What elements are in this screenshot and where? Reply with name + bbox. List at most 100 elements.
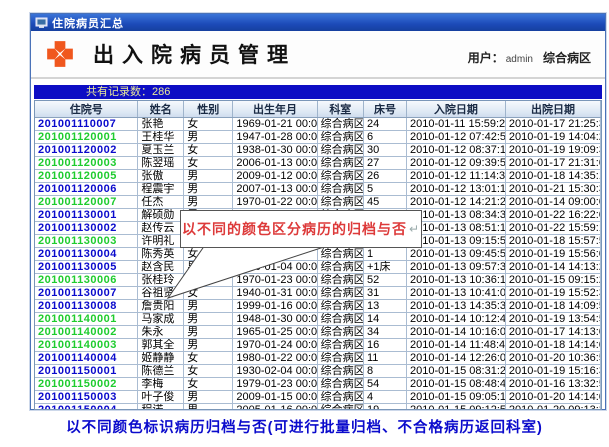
cell-no: 201001130005 [35,261,138,274]
cell-no: 201001120005 [35,170,138,183]
cell-gender: 女 [184,118,233,131]
cell-no: 201001140004 [35,352,138,365]
cell-no: 201001110007 [35,118,138,131]
cell-bed: 19 [364,404,407,411]
column-header[interactable]: 入院日期 [406,101,505,118]
cell-name: 朱永 [138,326,184,339]
table-row[interactable]: 201001150003叶子俊男2009-01-15 00:0综合病区42010… [35,391,601,404]
cell-name: 程震宇 [138,183,184,196]
cell-no: 201001130006 [35,274,138,287]
cell-out_date: 2010-01-17 21:25:37 [505,118,600,131]
cell-in_date: 2010-01-12 09:39:55 [406,157,505,170]
cell-gender: 男 [184,313,233,326]
column-header[interactable]: 出生年月 [233,101,317,118]
table-row[interactable]: 201001130006张桂玲女1970-01-23 00:0综合病区52201… [35,274,601,287]
table-row[interactable]: 201001130008詹贵阳男1999-01-16 00:0综合病区13201… [35,300,601,313]
table-row[interactable]: 201001120006程震宇男2007-01-13 00:0综合病区52010… [35,183,601,196]
column-header[interactable]: 住院号 [35,101,138,118]
cell-birth: 2005-01-16 00:0 [233,404,317,411]
cell-dept: 综合病区 [317,144,363,157]
cell-name: 陈秀英 [138,248,184,261]
patients-table: 住院号姓名性别出生年月科室床号入院日期出院日期 201001110007张艳女1… [35,101,601,410]
table-row[interactable]: 201001120003陈翌瑶女2006-01-13 00:0综合病区27201… [35,157,601,170]
cell-out_date: 2010-01-22 15:59:12 [505,222,600,235]
cell-bed: 31 [364,287,407,300]
cell-in_date: 2010-01-13 09:57:38 [406,261,505,274]
table-row[interactable]: 201001120007任杰男1970-01-22 00:0综合病区452010… [35,196,601,209]
table-row[interactable]: 201001110007张艳女1969-01-21 00:0综合病区242010… [35,118,601,131]
cell-name: 姬静静 [138,352,184,365]
cell-gender: 男 [184,183,233,196]
cell-out_date: 2010-01-18 14:14:06 [505,339,600,352]
cell-in_date: 2010-01-12 13:01:18 [406,183,505,196]
user-info: 用户：admin综合病区 [468,49,591,66]
table-row[interactable]: 201001120002夏玉兰女1938-01-30 00:0综合病区30201… [35,144,601,157]
table-row[interactable]: 201001130007谷祖贤女1940-01-31 00:0综合病区31201… [35,287,601,300]
column-header[interactable]: 床号 [364,101,407,118]
cell-in_date: 2010-01-13 10:36:16 [406,274,505,287]
cell-dept: 综合病区 [317,196,363,209]
cell-birth: 1948-01-30 00:0 [233,313,317,326]
table-row[interactable]: 201001130005赵含民男1950-01-04 00:0综合病区+1床20… [35,261,601,274]
cell-birth: 1999-01-16 00:0 [233,300,317,313]
cell-in_date: 2010-01-12 14:21:26 [406,196,505,209]
table-row[interactable]: 201001120005张傲男2009-01-12 00:0综合病区262010… [35,170,601,183]
cell-no: 201001140001 [35,313,138,326]
cell-dept: 综合病区 [317,352,363,365]
cell-out_date: 2010-01-17 14:13:07 [505,326,600,339]
cell-bed: 6 [364,131,407,144]
cell-dept: 综合病区 [317,287,363,300]
table-row[interactable]: 201001140002朱永男1965-01-25 00:0综合病区342010… [35,326,601,339]
user-ward: 综合病区 [543,51,591,65]
cell-name: 许明礼 [138,235,184,248]
cell-no: 201001150004 [35,404,138,411]
table-row[interactable]: 201001150002李梅女1979-01-23 00:0综合病区542010… [35,378,601,391]
cell-no: 201001150003 [35,391,138,404]
cell-in_date: 2010-01-14 11:48:42 [406,339,505,352]
cell-out_date: 2010-01-18 14:09:56 [505,300,600,313]
column-header[interactable]: 出院日期 [505,101,600,118]
cell-no: 201001150001 [35,365,138,378]
table-row[interactable]: 201001140004姬静静女1980-01-22 00:0综合病区11201… [35,352,601,365]
cell-birth: 1970-01-22 00:0 [233,196,317,209]
cell-bed: 34 [364,326,407,339]
cell-bed: 11 [364,352,407,365]
cell-name: 赵传云 [138,222,184,235]
column-header[interactable]: 性别 [184,101,233,118]
cell-gender: 女 [184,352,233,365]
column-header[interactable]: 科室 [317,101,363,118]
table-row[interactable]: 201001120001王桂华男1947-01-28 00:0综合病区62010… [35,131,601,144]
cell-out_date: 2010-01-18 15:57:54 [505,235,600,248]
cell-gender: 女 [184,287,233,300]
cell-out_date: 2010-01-21 15:30:33 [505,183,600,196]
table-row[interactable]: 201001140003郭其全男1970-01-24 00:0综合病区16201… [35,339,601,352]
table-row[interactable]: 201001150004程诺男2005-01-16 00:0综合病区192010… [35,404,601,411]
cell-gender: 女 [184,274,233,287]
cell-gender: 女 [184,365,233,378]
cell-birth: 1950-01-04 00:0 [233,261,317,274]
cell-out_date: 2010-01-22 16:22:06 [505,209,600,222]
table-header-row: 住院号姓名性别出生年月科室床号入院日期出院日期 [35,101,601,118]
cell-bed: 5 [364,183,407,196]
window-titlebar[interactable]: 住院病员汇总 [31,14,605,31]
table-row[interactable]: 201001150001陈德兰女1930-02-04 00:0综合病区82010… [35,365,601,378]
cell-dept: 综合病区 [317,326,363,339]
table-row[interactable]: 201001140001马家成男1948-01-30 00:0综合病区14201… [35,313,601,326]
table-row[interactable]: 201001130004陈秀英女综合病区12010-01-13 09:45:58… [35,248,601,261]
cell-gender: 女 [184,378,233,391]
cell-in_date: 2010-01-13 10:41:03 [406,287,505,300]
return-arrow-glyph: ↵ [409,222,420,236]
patients-table-wrap[interactable]: 住院号姓名性别出生年月科室床号入院日期出院日期 201001110007张艳女1… [34,100,602,410]
cell-in_date: 2010-01-15 08:48:47 [406,378,505,391]
cell-birth: 2009-01-12 00:0 [233,170,317,183]
cell-gender: 女 [184,157,233,170]
cell-name: 任杰 [138,196,184,209]
cell-birth: 1979-01-23 00:0 [233,378,317,391]
column-header[interactable]: 姓名 [138,101,184,118]
cell-gender: 男 [184,326,233,339]
cell-out_date: 2010-01-19 19:09:35 [505,144,600,157]
cell-in_date: 2010-01-15 09:12:55 [406,404,505,411]
cell-no: 201001140002 [35,326,138,339]
cell-dept: 综合病区 [317,378,363,391]
cell-no: 201001130004 [35,248,138,261]
